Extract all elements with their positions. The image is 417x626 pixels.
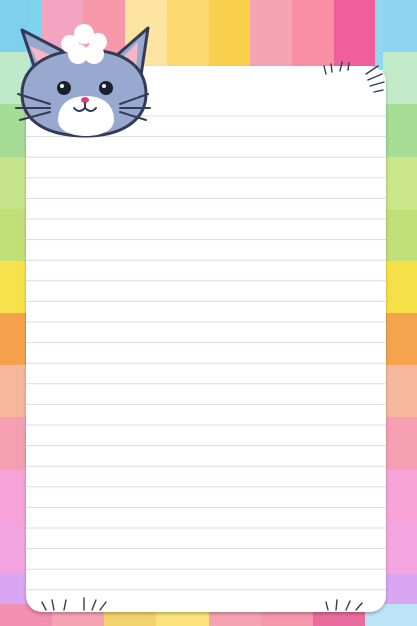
stripe [383,365,417,418]
right-stripes [383,0,417,626]
stripe [383,417,417,470]
scratch-marks-icon [325,599,363,611]
stripe [383,260,417,314]
ruled-lines [26,66,386,612]
scratch-marks-icon [41,597,107,611]
scratch-marks-icon [323,61,385,93]
cat-face-icon [15,24,151,138]
stripe [383,52,417,105]
stripe [383,313,417,366]
stripe [383,0,417,53]
stripe [166,0,209,70]
stripe [383,469,417,522]
stripe [383,104,417,157]
stripe [250,0,292,70]
stripe [383,521,417,574]
stripe [208,0,251,70]
stripe [383,156,417,209]
stripe [383,208,417,261]
lined-note-paper[interactable] [26,66,386,612]
